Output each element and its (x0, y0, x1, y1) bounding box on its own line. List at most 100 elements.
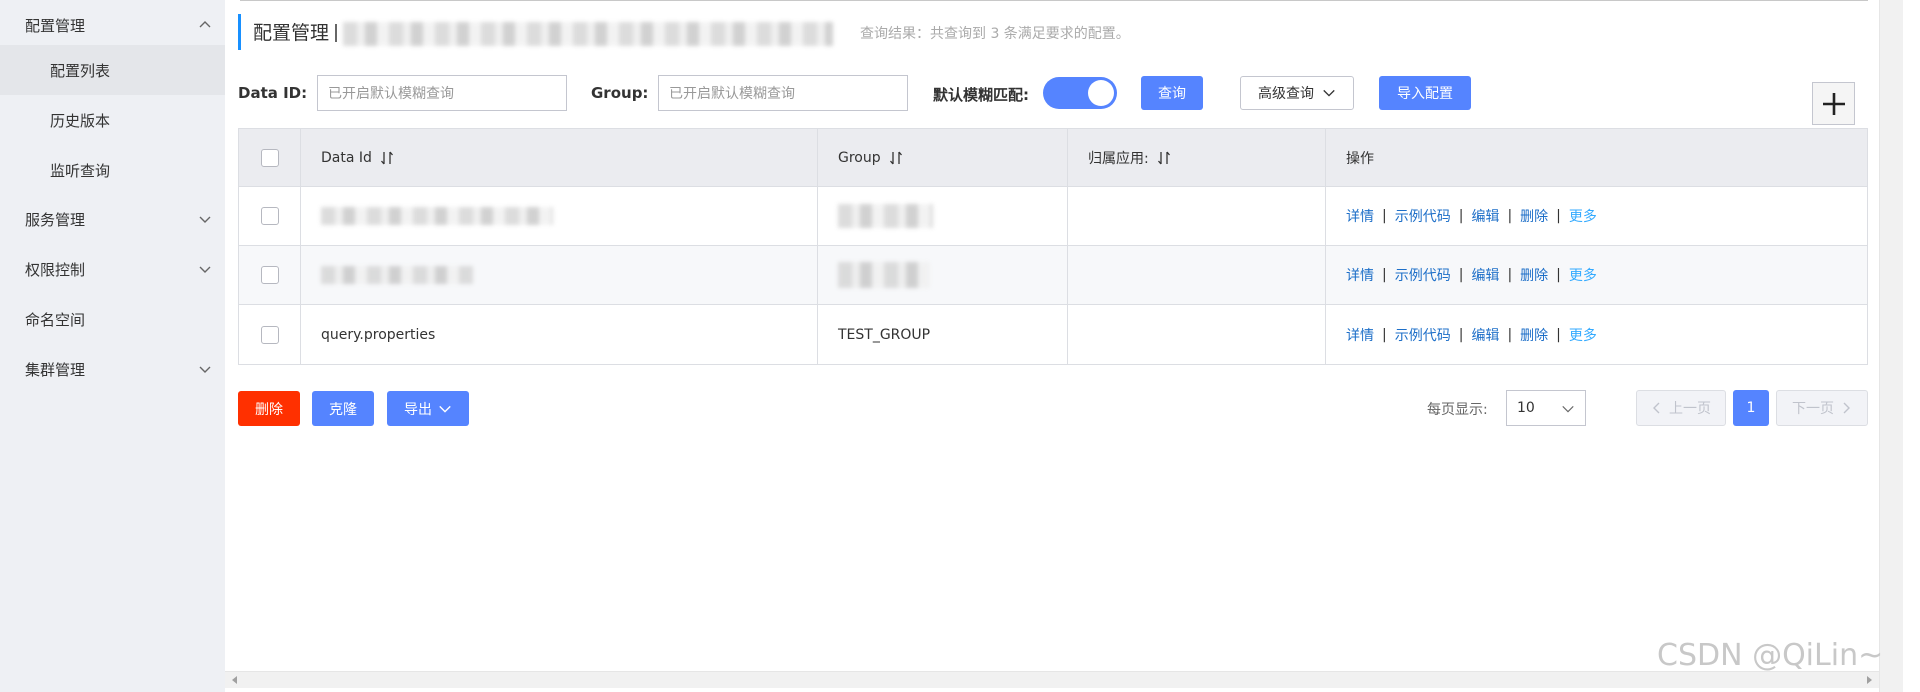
namespace-info-redacted (343, 22, 833, 46)
data-id-cell (301, 246, 818, 304)
chevron-up-icon (199, 21, 211, 28)
sort-icon[interactable] (380, 151, 394, 165)
actions-cell: 详情 | 示例代码 | 编辑 | 删除 | 更多 (1346, 325, 1597, 345)
edit-link[interactable]: 编辑 (1471, 206, 1499, 226)
app-cell (1068, 187, 1326, 245)
data-id-redacted (321, 266, 473, 284)
sample-code-link[interactable]: 示例代码 (1395, 265, 1451, 285)
edit-link[interactable]: 编辑 (1471, 265, 1499, 285)
export-label: 导出 (404, 401, 432, 418)
sidebar-item-listener-query[interactable]: 监听查询 (0, 145, 225, 195)
select-all-checkbox[interactable] (260, 148, 279, 167)
clone-button[interactable]: 克隆 (312, 391, 374, 426)
header-app[interactable]: 归属应用: (1068, 129, 1326, 186)
column-header-label: Group (838, 149, 881, 166)
per-page-select[interactable]: 10 (1506, 390, 1586, 426)
sidebar-item-label: 服务管理 (25, 210, 86, 229)
chevron-down-icon (199, 266, 211, 273)
add-config-button[interactable] (1812, 82, 1855, 125)
sidebar-item-service-management[interactable]: 服务管理 (0, 194, 225, 244)
chevron-down-icon (1562, 405, 1574, 413)
delete-link[interactable]: 删除 (1520, 265, 1548, 285)
data-id-cell: query.properties (301, 305, 818, 364)
data-id-input[interactable]: 已开启默认模糊查询 (317, 75, 567, 111)
main-content: 配置管理 查询结果：共查询到 3 条满足要求的配置。 Data ID: 已开启默… (225, 0, 1879, 692)
plus-icon (1822, 92, 1845, 115)
export-button[interactable]: 导出 (387, 391, 469, 426)
row-select-cell (239, 187, 301, 245)
title-accent-bar (238, 14, 241, 50)
sidebar-item-namespace[interactable]: 命名空间 (0, 294, 225, 344)
sidebar-item-permission-control[interactable]: 权限控制 (0, 244, 225, 294)
actions-cell: 详情 | 示例代码 | 编辑 | 删除 | 更多 (1346, 206, 1597, 226)
row-select-cell (239, 246, 301, 304)
edit-link[interactable]: 编辑 (1471, 325, 1499, 345)
chevron-down-icon (1323, 89, 1335, 97)
sidebar: 配置管理 配置列表 历史版本 监听查询 服务管理 权限控制 命名空间 集群管理 (0, 0, 225, 692)
horizontal-scrollbar[interactable] (225, 671, 1879, 688)
data-id-label: Data ID: (238, 84, 308, 102)
per-page-label: 每页显示: (1427, 402, 1488, 418)
group-cell (818, 187, 1068, 245)
next-page-label: 下一页 (1792, 401, 1834, 417)
scrollbar-track[interactable] (1879, 0, 1903, 692)
chevron-down-icon (199, 216, 211, 223)
sidebar-item-label: 配置管理 (25, 16, 86, 35)
data-id-cell (301, 187, 818, 245)
page-title: 配置管理 (253, 23, 330, 44)
fuzzy-match-toggle[interactable] (1043, 77, 1117, 109)
advanced-query-button[interactable]: 高级查询 (1240, 76, 1354, 110)
more-link[interactable]: 更多 (1569, 325, 1597, 345)
sort-icon[interactable] (889, 151, 903, 165)
scroll-left-icon[interactable] (231, 676, 239, 684)
row-checkbox[interactable] (260, 266, 279, 284)
group-input[interactable]: 已开启默认模糊查询 (658, 75, 908, 111)
batch-delete-button[interactable]: 删除 (238, 391, 300, 426)
query-button[interactable]: 查询 (1141, 76, 1203, 110)
delete-link[interactable]: 删除 (1520, 325, 1548, 345)
sidebar-item-label: 命名空间 (25, 310, 86, 329)
app: 配置管理 配置列表 历史版本 监听查询 服务管理 权限控制 命名空间 集群管理 (0, 0, 1920, 692)
row-checkbox[interactable] (260, 325, 279, 344)
detail-link[interactable]: 详情 (1346, 265, 1374, 285)
sort-icon[interactable] (1157, 151, 1171, 165)
sidebar-item-config-management[interactable]: 配置管理 (0, 0, 225, 50)
header-actions: 操作 (1326, 129, 1867, 186)
sidebar-item-history[interactable]: 历史版本 (0, 95, 225, 145)
next-page-button[interactable]: 下一页 (1776, 390, 1868, 426)
sidebar-item-label: 监听查询 (50, 161, 111, 180)
per-page-value: 10 (1517, 400, 1535, 416)
delete-link[interactable]: 删除 (1520, 206, 1548, 226)
row-checkbox[interactable] (260, 207, 279, 225)
scroll-right-icon[interactable] (1865, 676, 1873, 684)
title-separator (335, 24, 337, 42)
sidebar-item-label: 集群管理 (25, 360, 86, 379)
toggle-knob (1088, 80, 1114, 106)
more-link[interactable]: 更多 (1569, 206, 1597, 226)
group-redacted (838, 204, 933, 228)
more-link[interactable]: 更多 (1569, 265, 1597, 285)
sample-code-link[interactable]: 示例代码 (1395, 206, 1451, 226)
prev-page-button[interactable]: 上一页 (1636, 390, 1726, 426)
actions-cell: 详情 | 示例代码 | 编辑 | 删除 | 更多 (1346, 265, 1597, 285)
fuzzy-match-label: 默认模糊匹配: (933, 86, 1029, 104)
header-data-id[interactable]: Data Id (301, 129, 818, 186)
table-row: 详情 | 示例代码 | 编辑 | 删除 | 更多 (239, 246, 1867, 305)
header-group[interactable]: Group (818, 129, 1068, 186)
app-cell (1068, 305, 1326, 364)
column-header-label: 操作 (1346, 150, 1374, 167)
detail-link[interactable]: 详情 (1346, 325, 1374, 345)
column-header-label: Data Id (321, 149, 372, 166)
vertical-scrollbar[interactable] (1879, 0, 1920, 692)
sidebar-item-config-list[interactable]: 配置列表 (0, 45, 225, 95)
sidebar-item-cluster-management[interactable]: 集群管理 (0, 344, 225, 394)
detail-link[interactable]: 详情 (1346, 206, 1374, 226)
chevron-down-icon (439, 405, 451, 413)
sidebar-item-label: 历史版本 (50, 111, 111, 130)
table-row: query.properties TEST_GROUP 详情 | 示例代码 | 编辑… (239, 305, 1867, 364)
sample-code-link[interactable]: 示例代码 (1395, 325, 1451, 345)
row-select-cell (239, 305, 301, 364)
current-page-button[interactable]: 1 (1733, 390, 1769, 426)
config-table: Data Id Group 归属应用: 操作 详情 | 示例代码 | 编辑 | … (238, 128, 1868, 365)
import-config-button[interactable]: 导入配置 (1379, 76, 1471, 110)
